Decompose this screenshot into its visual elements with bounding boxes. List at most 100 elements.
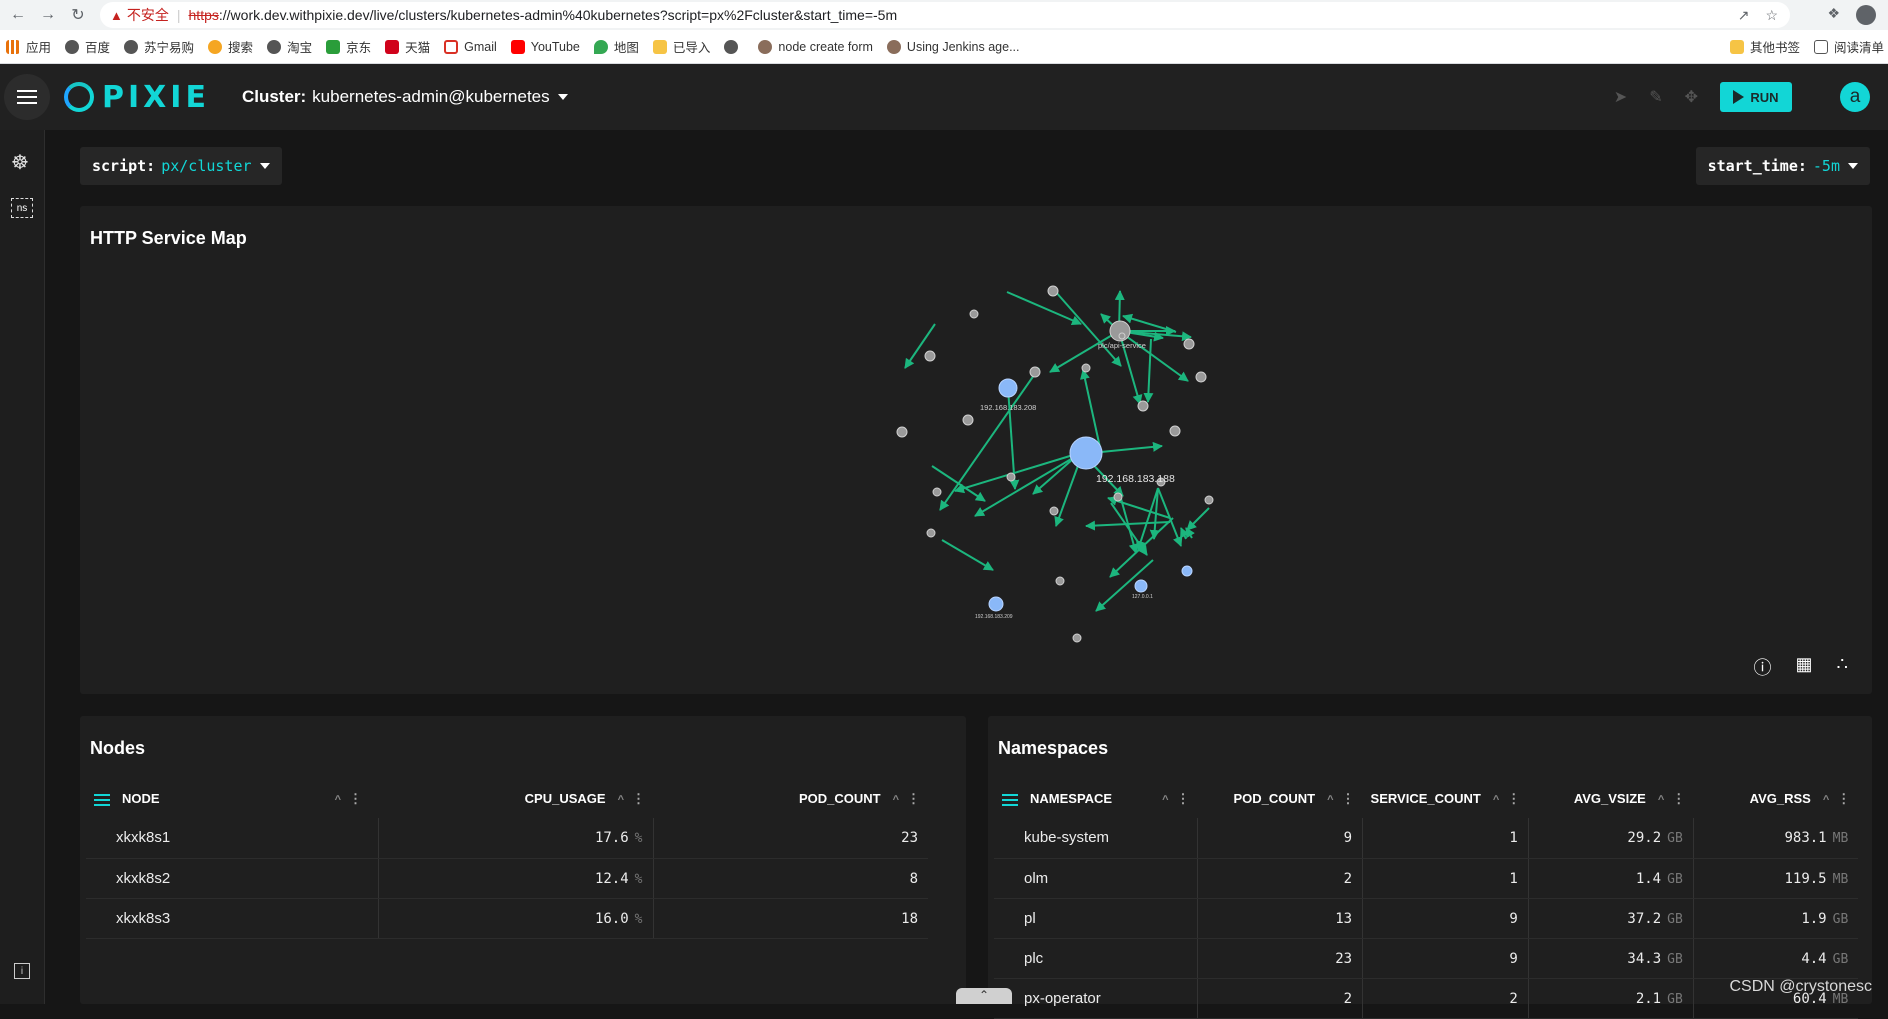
star-icon[interactable]: ☆ xyxy=(1765,7,1778,24)
sort-icon[interactable]: ^ xyxy=(1327,794,1333,806)
ip-node-209[interactable] xyxy=(989,597,1003,611)
edit-icon[interactable]: ✎ xyxy=(1649,87,1662,107)
apps-grid-icon xyxy=(6,40,20,54)
bookmark-globe[interactable] xyxy=(724,40,744,54)
column-header-avg-vsize[interactable]: AVG_VSIZE^⋮ xyxy=(1528,780,1693,818)
column-header-node[interactable]: NODE^⋮ xyxy=(86,780,378,818)
bookmark-taobao[interactable]: 淘宝 xyxy=(267,37,312,56)
column-header-pod-count[interactable]: POD_COUNT^⋮ xyxy=(1198,780,1363,818)
column-header-avg-rss[interactable]: AVG_RSS^⋮ xyxy=(1693,780,1858,818)
globe-icon xyxy=(65,40,79,54)
address-bar[interactable]: ▲ 不安全 | https://work.dev.withpixie.dev/l… xyxy=(100,2,1790,28)
cell-service-count: 1 xyxy=(1363,818,1529,858)
cluster-value: kubernetes-admin@kubernetes xyxy=(312,87,549,107)
nodes-panel: Nodes NODE^⋮ CPU_USAGE^⋮ POD_COUNT^⋮ xkx… xyxy=(80,716,966,1004)
more-vert-icon[interactable]: ⋮ xyxy=(1342,791,1355,806)
script-key: script: xyxy=(92,157,155,175)
start-time-select[interactable]: start_time: -5m xyxy=(1696,147,1870,185)
menu-button[interactable] xyxy=(4,74,50,120)
service-map-graph[interactable]: 192.168.183.188 192.168.183.208 192.168.… xyxy=(80,206,1872,694)
cluster-select[interactable]: Cluster: kubernetes-admin@kubernetes xyxy=(242,87,568,107)
forward-arrow-icon[interactable]: → xyxy=(36,3,60,27)
column-header-namespace[interactable]: NAMESPACE^⋮ xyxy=(994,780,1198,818)
bookmark-jd[interactable]: 京东 xyxy=(326,37,371,56)
bookmark-maps[interactable]: 地图 xyxy=(594,37,639,56)
bookmark-tmall[interactable]: 天猫 xyxy=(385,37,430,56)
profile-icon[interactable] xyxy=(1856,5,1876,25)
ip-node-188[interactable] xyxy=(1070,437,1102,469)
cell-avg-vsize: 37.2GB xyxy=(1528,898,1693,938)
cell-avg-vsize: 2.1GB xyxy=(1528,978,1693,1018)
table-row[interactable]: pl 13 9 37.2GB 1.9GB xyxy=(994,898,1858,938)
bookmark-gmail[interactable]: Gmail xyxy=(444,40,497,54)
reload-icon[interactable]: ↻ xyxy=(66,3,90,27)
pixie-logo[interactable]: PIXIE xyxy=(64,80,210,115)
bookmark-jenkins[interactable]: Using Jenkins age... xyxy=(887,40,1020,54)
hamburger-icon xyxy=(17,96,37,98)
sort-icon[interactable]: ^ xyxy=(618,794,624,806)
tmall-icon xyxy=(385,40,399,54)
bookmark-youtube[interactable]: YouTube xyxy=(511,40,580,54)
column-menu-icon[interactable] xyxy=(94,799,110,801)
table-row[interactable]: kube-system 9 1 29.2GB 983.1MB xyxy=(994,818,1858,858)
bookmark-search[interactable]: 搜索 xyxy=(208,37,253,56)
sort-icon[interactable]: ^ xyxy=(1823,794,1829,806)
ip-node-small[interactable] xyxy=(1182,566,1192,576)
info-icon[interactable]: i xyxy=(14,963,30,979)
bookmark-reading-list[interactable]: 阅读清单 xyxy=(1814,37,1884,56)
start-time-key: start_time: xyxy=(1708,157,1807,175)
bookmark-node-form[interactable]: node create form xyxy=(758,40,873,54)
more-vert-icon[interactable]: ⋮ xyxy=(907,791,920,806)
kubernetes-helm-icon[interactable]: ☸ xyxy=(11,150,29,175)
run-button[interactable]: RUN xyxy=(1720,82,1792,112)
sort-icon[interactable]: ^ xyxy=(1162,794,1168,806)
sort-icon[interactable]: ^ xyxy=(335,794,341,806)
map-label-api-service: plc/api-service xyxy=(1098,341,1146,350)
sort-icon[interactable]: ^ xyxy=(1493,794,1499,806)
ip-node-208[interactable] xyxy=(999,379,1017,397)
search-q-icon xyxy=(208,40,222,54)
bookmark-imported[interactable]: 已导入 xyxy=(653,37,711,56)
send-icon[interactable]: ➤ xyxy=(1614,87,1627,107)
hierarchy-icon[interactable]: ▦ xyxy=(1796,654,1813,680)
more-vert-icon[interactable]: ⋮ xyxy=(1177,791,1190,806)
bookmark-suning[interactable]: 苏宁易购 xyxy=(124,37,194,56)
reading-list-icon xyxy=(1814,40,1828,54)
cluster-graph-icon[interactable]: ∴ xyxy=(1837,654,1848,680)
share-icon[interactable]: ↗ xyxy=(1738,7,1750,24)
sort-icon[interactable]: ^ xyxy=(893,794,899,806)
avatar[interactable]: a xyxy=(1840,82,1870,112)
more-vert-icon[interactable]: ⋮ xyxy=(632,791,645,806)
bookmark-baidu[interactable]: 百度 xyxy=(65,37,110,56)
bookmark-apps[interactable]: 应用 xyxy=(6,37,51,56)
more-vert-icon[interactable]: ⋮ xyxy=(1507,791,1520,806)
table-row[interactable]: xkxk8s2 12.4% 8 xyxy=(86,858,928,898)
table-row[interactable]: xkxk8s1 17.6% 23 xyxy=(86,818,928,858)
table-row[interactable]: olm 2 1 1.4GB 119.5MB xyxy=(994,858,1858,898)
ip-node-localhost[interactable] xyxy=(1135,580,1147,592)
table-row[interactable]: plc 23 9 34.3GB 4.4GB xyxy=(994,938,1858,978)
collapse-drawer-button[interactable]: ⌃ xyxy=(956,988,1012,1004)
cell-pod-count: 2 xyxy=(1198,978,1363,1018)
cell-avg-vsize: 29.2GB xyxy=(1528,818,1693,858)
table-row[interactable]: xkxk8s3 16.0% 18 xyxy=(86,898,928,938)
bookmark-other[interactable]: 其他书签 xyxy=(1730,37,1800,56)
namespace-icon[interactable]: ns xyxy=(11,198,33,218)
more-vert-icon[interactable]: ⋮ xyxy=(1672,791,1685,806)
column-menu-icon[interactable] xyxy=(1002,799,1018,801)
column-header-service-count[interactable]: SERVICE_COUNT^⋮ xyxy=(1363,780,1529,818)
more-vert-icon[interactable]: ⋮ xyxy=(349,791,362,806)
column-header-cpu-usage[interactable]: CPU_USAGE^⋮ xyxy=(378,780,653,818)
jenkins-icon xyxy=(758,40,772,54)
move-icon[interactable]: ✥ xyxy=(1685,87,1698,107)
back-arrow-icon[interactable]: ← xyxy=(6,3,30,27)
cell-node: xkxk8s2 xyxy=(86,858,378,898)
alert-icon[interactable]: ⓘ xyxy=(1754,654,1772,680)
extension-icon[interactable]: ❖ xyxy=(1827,5,1840,25)
script-select[interactable]: script: px/cluster xyxy=(80,147,282,185)
cell-avg-rss: 119.5MB xyxy=(1693,858,1858,898)
more-vert-icon[interactable]: ⋮ xyxy=(1837,791,1850,806)
table-header-row: NAMESPACE^⋮ POD_COUNT^⋮ SERVICE_COUNT^⋮ … xyxy=(994,780,1858,818)
sort-icon[interactable]: ^ xyxy=(1658,794,1664,806)
column-header-pod-count[interactable]: POD_COUNT^⋮ xyxy=(653,780,928,818)
